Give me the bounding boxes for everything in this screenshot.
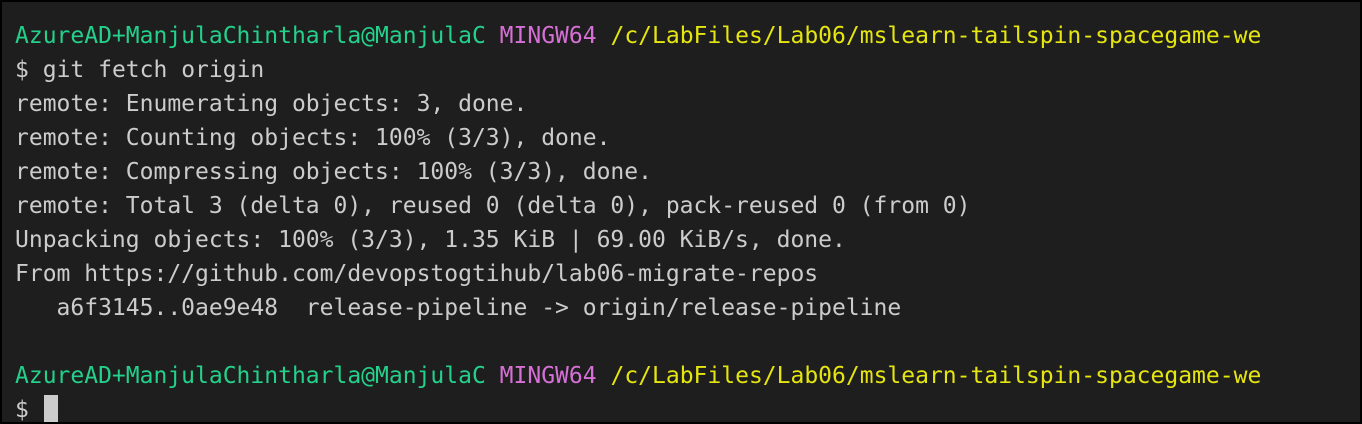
output-line: remote: Total 3 (delta 0), reused 0 (del… [15, 193, 971, 219]
output-line: a6f3145..0ae9e48 release-pipeline -> ori… [15, 295, 902, 321]
prompt-symbol: $ [15, 57, 29, 83]
prompt-path: /c/LabFiles/Lab06/mslearn-tailspin-space… [610, 363, 1262, 389]
output-line: remote: Enumerating objects: 3, done. [15, 91, 528, 117]
terminal-window[interactable]: AzureAD+ManjulaChintharla@ManjulaC MINGW… [0, 0, 1362, 424]
input-line[interactable]: $ [15, 393, 1360, 423]
prompt-symbol: $ [15, 397, 29, 423]
prompt-user: AzureAD+ManjulaChintharla@ManjulaC [15, 363, 486, 389]
prompt-line: AzureAD+ManjulaChintharla@ManjulaC MINGW… [15, 359, 1360, 393]
command-text: git fetch origin [42, 57, 265, 83]
output-line: remote: Compressing objects: 100% (3/3),… [15, 159, 652, 185]
text-cursor[interactable] [43, 395, 58, 422]
prompt-path: /c/LabFiles/Lab06/mslearn-tailspin-space… [610, 23, 1262, 49]
prompt-system: MINGW64 [499, 23, 597, 49]
prompt-line: AzureAD+ManjulaChintharla@ManjulaC MINGW… [15, 19, 1360, 53]
prompt-system: MINGW64 [499, 363, 597, 389]
output-line: From https://github.com/devopstogtihub/l… [15, 261, 819, 287]
output-line: Unpacking objects: 100% (3/3), 1.35 KiB … [15, 227, 846, 253]
prompt-user: AzureAD+ManjulaChintharla@ManjulaC [15, 23, 486, 49]
command-line: $ git fetch origin [15, 53, 1360, 87]
output-line: remote: Counting objects: 100% (3/3), do… [15, 125, 611, 151]
